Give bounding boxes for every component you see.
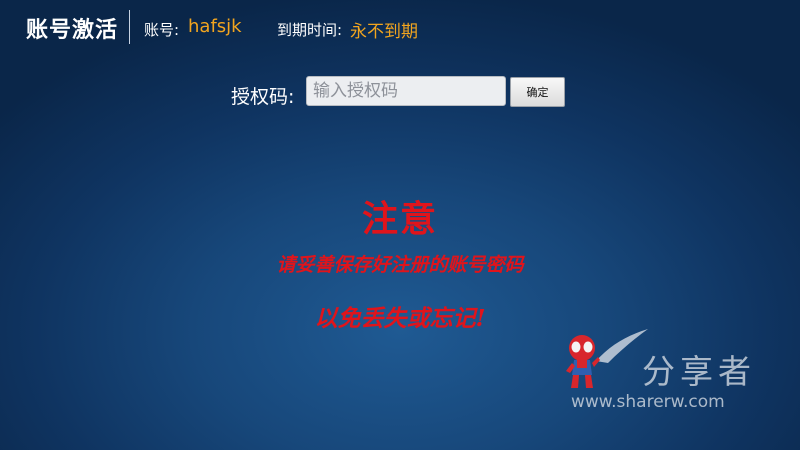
- header-bar: 账号激活 账号: hafsjk 到期时间: 永不到期: [0, 0, 800, 60]
- notice-line-1: 请妥善保存好注册的账号密码: [276, 254, 524, 276]
- watermark-url: www.sharerw.com: [571, 392, 725, 412]
- confirm-button[interactable]: 确定: [510, 77, 565, 107]
- auth-code-input[interactable]: [306, 76, 506, 106]
- expiry-value: 永不到期: [350, 22, 418, 42]
- account-label: 账号:: [144, 21, 180, 39]
- header-divider: [129, 10, 130, 44]
- account-value: hafsjk: [188, 16, 242, 37]
- page-title: 账号激活: [26, 18, 119, 43]
- watermark-name: 分享者: [642, 352, 756, 391]
- expiry-label: 到期时间:: [277, 21, 343, 39]
- watermark: 分享者 www.sharerw.com: [560, 325, 780, 425]
- auth-code-label: 授权码:: [231, 86, 295, 108]
- notice-title: 注意: [361, 198, 438, 240]
- spiderman-mascot-icon: [566, 335, 600, 388]
